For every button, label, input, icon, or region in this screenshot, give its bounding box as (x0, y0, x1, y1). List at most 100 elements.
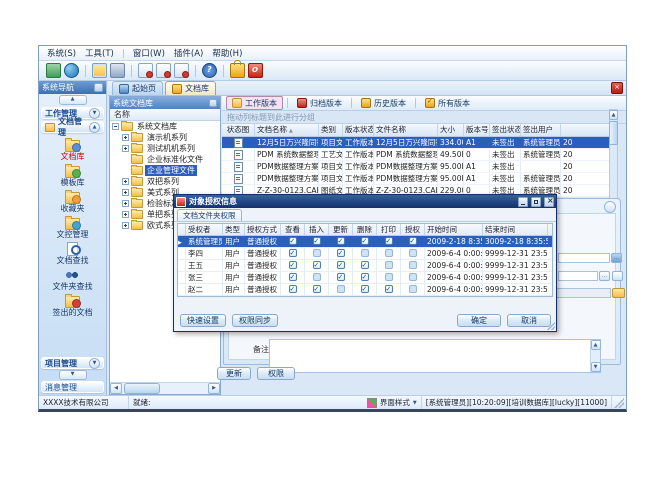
tree-node-selected[interactable]: 企业管理文件 (110, 165, 220, 176)
document-row[interactable]: 12月5日万兴隆同行...项目文档工作版本12月5日万兴隆同行...334.00… (222, 137, 610, 149)
column-header[interactable]: 文件名称 (374, 124, 438, 136)
cancel-button[interactable]: 取消 (507, 314, 551, 327)
scroll-left-icon[interactable]: ◀ (110, 383, 122, 394)
view-checkbox[interactable] (289, 237, 297, 245)
document-row[interactable]: PDM数据整理方案2.doc项目文档工作版本PDM数据整理方案2.doc95.0… (222, 173, 610, 185)
collapse-icon[interactable] (112, 123, 119, 130)
expand-icon[interactable] (122, 134, 129, 141)
tree-node[interactable]: 演示机系列 (110, 132, 220, 143)
expand-icon[interactable] (122, 189, 129, 196)
update-checkbox[interactable] (337, 249, 345, 257)
scroll-thumb[interactable] (124, 383, 160, 394)
scroll-up-button[interactable]: ▲ (59, 95, 87, 105)
browse-folder-icon[interactable] (612, 288, 625, 298)
delete-checkbox[interactable] (361, 285, 369, 293)
column-header[interactable]: 插入 (305, 224, 329, 235)
tab-doclib[interactable]: 文档库 (165, 81, 216, 95)
print-checkbox[interactable] (385, 285, 393, 293)
insert-checkbox[interactable] (313, 273, 321, 281)
menu-help[interactable]: 帮助(H) (212, 47, 242, 59)
scroll-up-icon[interactable]: ▲ (591, 340, 601, 350)
permission-sync-button[interactable]: 权限同步 (232, 314, 278, 327)
help-icon[interactable] (202, 63, 217, 78)
tree-node[interactable]: 双把系列 (110, 176, 220, 187)
column-header[interactable]: 授权方式 (245, 224, 281, 235)
all-versions-button[interactable]: 所有版本 (420, 97, 475, 109)
column-header[interactable]: 打印 (377, 224, 401, 235)
permission-row[interactable]: ▶ 系统管理员用户普通授权 2009-2-18 8:35:573009-2-18… (178, 236, 552, 248)
sidebar-options-icon[interactable] (94, 83, 103, 92)
update-checkbox[interactable] (337, 273, 345, 281)
sidebar-item-checked-out-docs[interactable]: 签出的文档 (39, 292, 106, 318)
grant-checkbox[interactable] (409, 261, 417, 269)
dialog-titlebar[interactable]: 对象授权信息 (174, 195, 556, 208)
tree-pin-icon[interactable] (209, 99, 217, 107)
field-ellipsis-icon[interactable]: … (599, 271, 610, 281)
expand-icon[interactable] (122, 200, 129, 207)
close-tab-icon[interactable]: × (611, 82, 623, 94)
column-header[interactable]: 状态图 (222, 124, 255, 136)
column-header[interactable]: 结束时间 (483, 224, 548, 235)
menu-system[interactable]: 系统(S) (47, 47, 76, 59)
column-header[interactable]: 版本状态 (343, 124, 374, 136)
tree-node-root[interactable]: 系统文档库 (110, 121, 220, 132)
insert-checkbox[interactable] (313, 285, 321, 293)
grant-checkbox[interactable] (409, 285, 417, 293)
tab-folder-permissions[interactable]: 文档文件夹权限 (177, 209, 242, 221)
insert-checkbox[interactable] (313, 261, 321, 269)
column-header[interactable]: 签出用户 (521, 124, 561, 136)
column-header[interactable]: 文档名称▲ (255, 124, 319, 136)
export-doc-icon[interactable] (138, 63, 153, 78)
card-icon[interactable] (110, 63, 125, 78)
delete-checkbox[interactable] (361, 237, 369, 245)
notes-scrollbar[interactable]: ▲ ▼ (590, 340, 600, 372)
document-row[interactable]: PDM 系统数据整理检...工艺文档工作版本PDM 系统数据整理...49.50… (222, 149, 610, 161)
scroll-up-icon[interactable]: ▲ (609, 110, 618, 120)
delete-checkbox[interactable] (361, 249, 369, 257)
column-header[interactable]: 授权 (401, 224, 425, 235)
view-checkbox[interactable] (289, 285, 297, 293)
history-version-button[interactable]: 历史版本 (356, 97, 411, 109)
column-header[interactable]: 版本号 (464, 124, 490, 136)
column-header[interactable]: 更新 (329, 224, 353, 235)
dialog-resize-grip[interactable] (547, 322, 555, 330)
expand-icon[interactable] (122, 178, 129, 185)
column-header[interactable]: 类别 (319, 124, 343, 136)
chevron-up-icon[interactable]: ▲ (89, 122, 100, 133)
view-checkbox[interactable] (289, 261, 297, 269)
insert-checkbox[interactable] (313, 249, 321, 257)
column-header[interactable]: 签出状态 (490, 124, 521, 136)
sidebar-item-favorites[interactable]: 收藏夹 (39, 188, 106, 214)
print-checkbox[interactable] (385, 261, 393, 269)
menu-tools[interactable]: 工具(T) (85, 47, 114, 59)
scroll-thumb[interactable] (609, 121, 618, 145)
scroll-right-icon[interactable]: ▶ (208, 383, 220, 394)
open-folder-icon[interactable] (92, 63, 107, 78)
expand-icon[interactable] (122, 222, 129, 229)
notes-textarea[interactable]: ▲ ▼ (269, 339, 601, 373)
update-checkbox[interactable] (337, 237, 345, 245)
chevron-down-icon[interactable]: ▼ (89, 108, 100, 119)
quick-setup-button[interactable]: 快速设置 (180, 314, 226, 327)
column-header[interactable]: 开始时间 (425, 224, 483, 235)
panel-collapse-icon[interactable] (604, 201, 616, 213)
globe-icon[interactable] (64, 63, 79, 78)
group-project-management[interactable]: 项目管理 ▼ (41, 357, 104, 369)
view-checkbox[interactable] (289, 273, 297, 281)
group-document-management[interactable]: 文档管理 ▲ (41, 121, 104, 133)
print-checkbox[interactable] (385, 273, 393, 281)
insert-checkbox[interactable] (313, 237, 321, 245)
permission-row[interactable]: 张三用户普通授权 2009-6-4 0:00:009999-12-31 23:5… (178, 272, 552, 284)
sidebar-item-template-lib[interactable]: 模板库 (39, 162, 106, 188)
groupby-bar[interactable]: 拖动列标题到此进行分组 (222, 111, 626, 124)
permission-row[interactable]: 赵二用户普通授权 2009-6-4 0:00:009999-12-31 23:5… (178, 284, 552, 296)
view-checkbox[interactable] (289, 249, 297, 257)
lock-icon[interactable] (230, 63, 245, 78)
expand-icon[interactable] (122, 145, 129, 152)
ok-button[interactable]: 确定 (457, 314, 501, 327)
print-checkbox[interactable] (385, 249, 393, 257)
grant-checkbox[interactable] (409, 249, 417, 257)
detail-field-1[interactable] (558, 253, 610, 263)
tree-column-header[interactable]: 名称 (110, 109, 220, 121)
delete-checkbox[interactable] (361, 261, 369, 269)
